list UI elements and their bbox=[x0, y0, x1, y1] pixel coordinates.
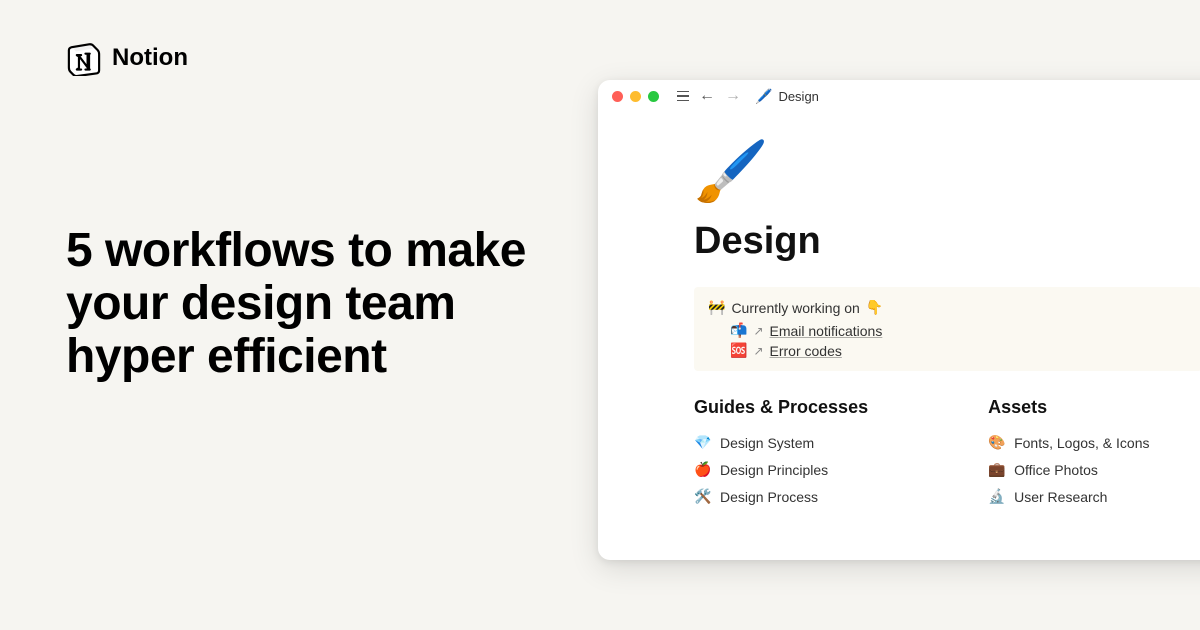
marketing-headline: 5 workflows to make your design team hyp… bbox=[66, 225, 546, 383]
palette-icon: 🎨 bbox=[988, 434, 1006, 451]
brand-logo: Notion bbox=[66, 40, 188, 76]
breadcrumb[interactable]: 🖊️ Design bbox=[755, 88, 819, 105]
link-arrow-icon: ↗ bbox=[753, 344, 763, 358]
briefcase-icon: 💼 bbox=[988, 461, 1006, 478]
notion-logo-icon bbox=[66, 40, 102, 76]
page-link[interactable]: 💼 Office Photos bbox=[988, 461, 1149, 478]
microscope-icon: 🔬 bbox=[988, 488, 1006, 505]
page-link[interactable]: 🍎 Design Principles bbox=[694, 461, 868, 478]
sos-icon: 🆘 bbox=[730, 342, 747, 359]
minimize-window-icon[interactable] bbox=[630, 91, 641, 102]
callout-header: 🚧 Currently working on 👇 bbox=[708, 299, 1188, 316]
column-assets: Assets 🎨 Fonts, Logos, & Icons 💼 Office … bbox=[988, 397, 1149, 515]
app-window: ← → 🖊️ Design Share 🖌️ Design 🚧 Currentl… bbox=[598, 80, 1200, 560]
page-content: 🖌️ Design 🚧 Currently working on 👇 📬 ↗ E… bbox=[598, 112, 1200, 515]
nav-forward-icon[interactable]: → bbox=[725, 87, 741, 105]
page-link-label: User Research bbox=[1014, 489, 1107, 505]
diamond-icon: 💎 bbox=[694, 434, 712, 451]
column-heading: Assets bbox=[988, 397, 1149, 418]
callout-link-item[interactable]: 📬 ↗ Email notifications bbox=[730, 322, 1188, 339]
callout-link-item[interactable]: 🆘 ↗ Error codes bbox=[730, 342, 1188, 359]
breadcrumb-page-icon: 🖊️ bbox=[755, 88, 772, 105]
brand-name: Notion bbox=[112, 44, 188, 72]
link-arrow-icon: ↗ bbox=[753, 324, 763, 338]
page-link[interactable]: 🔬 User Research bbox=[988, 488, 1149, 505]
point-down-icon: 👇 bbox=[866, 299, 883, 316]
column-heading: Guides & Processes bbox=[694, 397, 868, 418]
sidebar-toggle-icon[interactable] bbox=[677, 91, 689, 102]
window-titlebar: ← → 🖊️ Design Share bbox=[598, 80, 1200, 112]
page-link-label: Design System bbox=[720, 435, 814, 451]
page-link-label: Design Process bbox=[720, 489, 818, 505]
page-link-label: Design Principles bbox=[720, 462, 828, 478]
callout-link[interactable]: Email notifications bbox=[770, 323, 883, 339]
columns-layout: Guides & Processes 💎 Design System 🍎 Des… bbox=[694, 397, 1200, 515]
page-link-label: Office Photos bbox=[1014, 462, 1098, 478]
page-link[interactable]: 🎨 Fonts, Logos, & Icons bbox=[988, 434, 1149, 451]
callout-block: 🚧 Currently working on 👇 📬 ↗ Email notif… bbox=[694, 287, 1200, 371]
page-link[interactable]: 💎 Design System bbox=[694, 434, 868, 451]
page-hero-icon[interactable]: 🖌️ bbox=[694, 142, 1200, 202]
page-link-label: Fonts, Logos, & Icons bbox=[1014, 435, 1149, 451]
tools-icon: 🛠️ bbox=[694, 488, 712, 505]
mailbox-icon: 📬 bbox=[730, 322, 747, 339]
close-window-icon[interactable] bbox=[612, 91, 623, 102]
maximize-window-icon[interactable] bbox=[648, 91, 659, 102]
column-guides: Guides & Processes 💎 Design System 🍎 Des… bbox=[694, 397, 868, 515]
page-title[interactable]: Design bbox=[694, 220, 1200, 263]
construction-icon: 🚧 bbox=[708, 299, 725, 316]
page-link[interactable]: 🛠️ Design Process bbox=[694, 488, 868, 505]
breadcrumb-page-name: Design bbox=[778, 89, 818, 104]
nav-back-icon[interactable]: ← bbox=[699, 87, 715, 105]
apple-icon: 🍎 bbox=[694, 461, 712, 478]
callout-header-text: Currently working on bbox=[731, 300, 859, 316]
traffic-lights bbox=[612, 91, 659, 102]
callout-link[interactable]: Error codes bbox=[770, 343, 842, 359]
